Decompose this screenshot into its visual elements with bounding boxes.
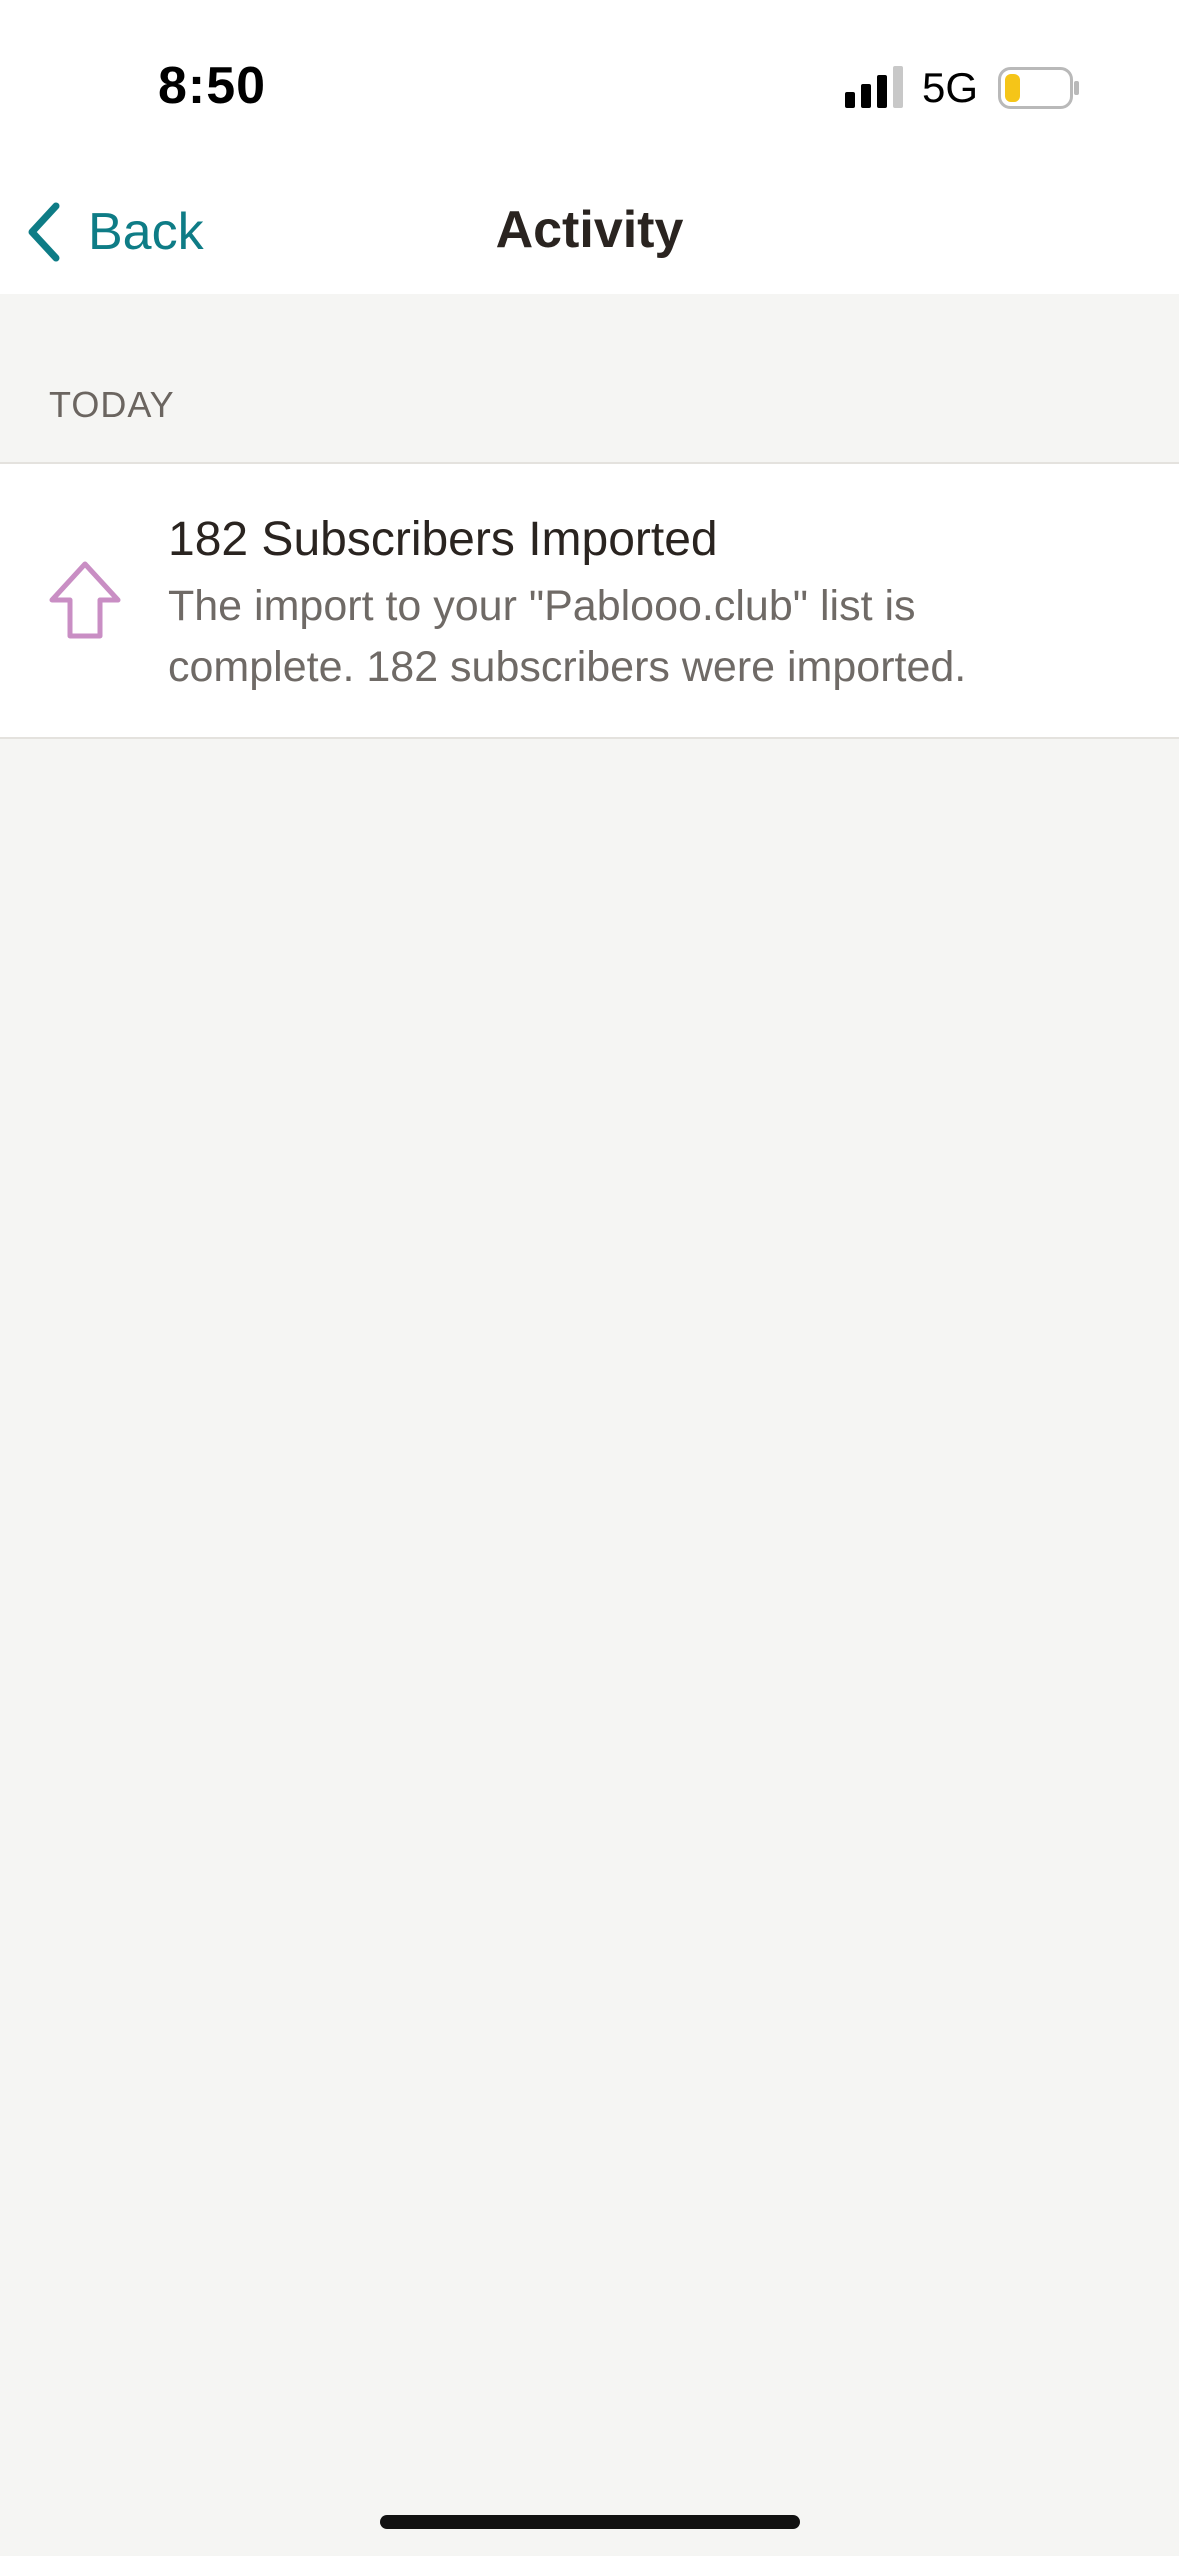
navigation-bar: Back Activity: [0, 170, 1179, 294]
upload-arrow-icon: [49, 561, 121, 639]
section-header-today: TODAY: [0, 294, 1179, 464]
network-type: 5G: [922, 64, 979, 111]
cellular-signal-icon: [845, 66, 903, 108]
status-time: 8:50: [158, 57, 267, 115]
activity-description: The import to your "Pablooo.club" list i…: [168, 582, 967, 691]
battery-icon: [998, 67, 1079, 109]
activity-list-item[interactable]: 182 Subscribers Imported The import to y…: [0, 464, 1179, 739]
activity-title: 182 Subscribers Imported: [168, 513, 718, 566]
page-title: Activity: [495, 201, 684, 259]
home-indicator[interactable]: [380, 2515, 800, 2529]
section-label: TODAY: [49, 384, 175, 425]
status-bar: 8:50 5G: [0, 0, 1179, 170]
